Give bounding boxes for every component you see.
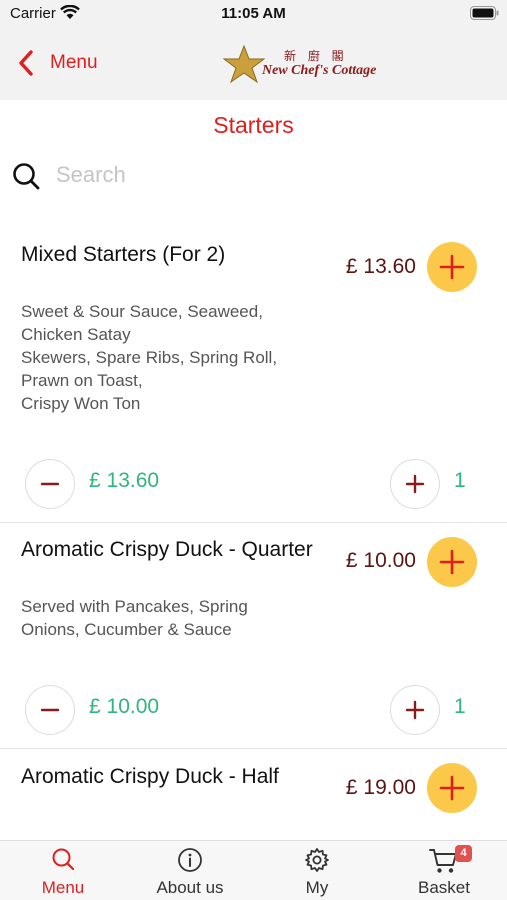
item-total-price: £ 13.60	[89, 469, 160, 492]
item-total-price: £ 10.00	[89, 695, 160, 718]
menu-item: Mixed Starters (For 2) £ 13.60 Sweet & S…	[0, 216, 507, 522]
item-price: £ 13.60	[345, 255, 416, 278]
star-icon	[222, 44, 266, 84]
chevron-left-icon	[19, 50, 33, 76]
tab-about-us[interactable]: About us	[127, 841, 253, 900]
search-input[interactable]	[56, 158, 476, 192]
tab-label: My	[305, 878, 329, 897]
battery-icon	[470, 6, 499, 25]
item-price: £ 10.00	[345, 549, 416, 572]
basket-count-badge: 4	[455, 845, 472, 862]
quantity-value: 1	[454, 469, 466, 492]
menu-item: Aromatic Crispy Duck - Quarter £ 10.00 S…	[0, 523, 507, 748]
description-line: Chicken Satay	[21, 325, 131, 344]
logo-chinese-text: 新 廚 閣	[284, 49, 348, 63]
tab-label: About us	[156, 878, 224, 897]
plus-icon	[439, 549, 465, 575]
plus-icon	[439, 775, 465, 801]
increase-quantity-button[interactable]	[390, 459, 440, 509]
tab-my[interactable]: My	[254, 841, 380, 900]
search-icon	[51, 847, 75, 878]
restaurant-logo: 新 廚 閣 New Chef's Cottage	[222, 44, 380, 86]
description-line: Sweet & Sour Sauce, Seaweed,	[21, 302, 263, 321]
back-label: Menu	[50, 52, 98, 73]
add-to-basket-button[interactable]	[427, 242, 477, 292]
info-icon	[177, 847, 203, 878]
item-name: Mixed Starters (For 2)	[21, 243, 226, 266]
description-line: Served with Pancakes, Spring	[21, 597, 248, 616]
add-to-basket-button[interactable]	[427, 763, 477, 813]
add-to-basket-button[interactable]	[427, 537, 477, 587]
plus-icon	[405, 474, 425, 494]
item-name: Aromatic Crispy Duck - Quarter	[21, 538, 313, 561]
navigation-bar: Menu 新 廚 閣 New Chef's Cottage	[0, 26, 507, 100]
decrease-quantity-button[interactable]	[25, 685, 75, 735]
item-name: Aromatic Crispy Duck - Half	[21, 765, 279, 788]
status-bar: Carrier 11:05 AM	[0, 0, 507, 26]
description-line: Skewers, Spare Ribs, Spring Roll,	[21, 348, 278, 367]
tab-label: Basket	[418, 878, 470, 897]
item-price: £ 19.00	[345, 776, 416, 799]
tab-label: Menu	[41, 878, 85, 897]
decrease-quantity-button[interactable]	[25, 459, 75, 509]
tab-bar: Menu About us My 4 Basket	[0, 840, 507, 900]
status-time: 11:05 AM	[221, 5, 286, 22]
back-button[interactable]: Menu	[14, 46, 98, 80]
minus-icon	[40, 708, 60, 712]
plus-icon	[405, 700, 425, 720]
search-icon	[12, 162, 40, 195]
description-line: Prawn on Toast,	[21, 371, 143, 390]
item-description: Served with Pancakes, Spring Onions, Cuc…	[21, 595, 351, 641]
gear-icon	[304, 847, 330, 878]
plus-icon	[439, 254, 465, 280]
description-line: Crispy Won Ton	[21, 394, 141, 413]
search-bar	[0, 158, 507, 194]
logo-text: New Chef's Cottage	[262, 63, 377, 78]
description-line: Onions, Cucumber & Sauce	[21, 620, 232, 639]
increase-quantity-button[interactable]	[390, 685, 440, 735]
section-title: Starters	[213, 112, 294, 138]
minus-icon	[40, 482, 60, 486]
item-description: Sweet & Sour Sauce, Seaweed, Chicken Sat…	[21, 300, 351, 415]
quantity-row: £ 10.00 1	[0, 684, 507, 736]
tab-basket[interactable]: 4 Basket	[381, 841, 507, 900]
quantity-row: £ 13.60 1	[0, 458, 507, 510]
quantity-value: 1	[454, 695, 466, 718]
menu-item: Aromatic Crispy Duck - Half £ 19.00	[0, 749, 507, 840]
tab-menu[interactable]: Menu	[0, 841, 126, 900]
